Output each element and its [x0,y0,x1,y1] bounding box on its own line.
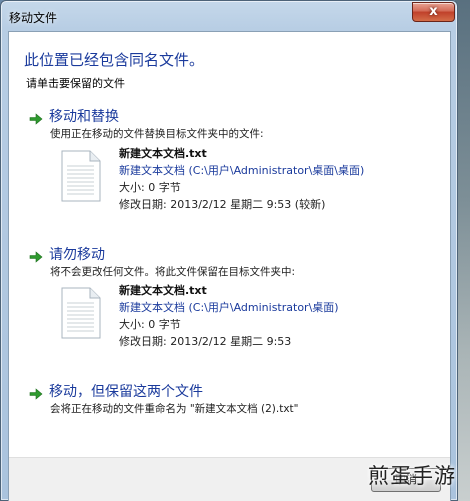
option-move-and-replace[interactable]: 移动和替换 使用正在移动的文件替换目标文件夹中的文件: 新建文本文档.txt 新… [9,104,449,229]
title-bar[interactable]: 移动文件 x [1,1,457,31]
green-arrow-icon [29,251,43,263]
dialog-instruction: 请单击要保留的文件 [26,77,125,90]
dialog-heading: 此位置已经包含同名文件。 [24,51,205,69]
close-button[interactable]: x [412,2,455,22]
option-do-not-move[interactable]: 请勿移动 将不会更改任何文件。将此文件保留在目标文件夹中: 新建文本文档.txt… [9,242,449,367]
move-file-dialog: 移动文件 x 此位置已经包含同名文件。 请单击要保留的文件 移动和替换 使用正在… [0,0,458,501]
dialog-content: 此位置已经包含同名文件。 请单击要保留的文件 移动和替换 使用正在移动的文件替换… [8,31,451,501]
option-title: 请勿移动 [49,247,105,263]
option-title: 移动和替换 [49,109,119,125]
file-name: 新建文本文档.txt [119,284,207,297]
file-size: 大小: 0 字节 [119,181,181,194]
green-arrow-icon [29,113,43,125]
file-details: 新建文本文档.txt 新建文本文档 (C:\用户\Administrator\桌… [119,145,364,213]
option-description: 会将正在移动的文件重命名为 "新建文本文档 (2).txt" [50,403,299,415]
close-icon: x [429,4,438,19]
file-modified: 修改日期: 2013/2/12 星期二 9:53 (较新) [119,198,326,211]
text-file-icon [61,150,101,202]
text-file-icon [61,287,101,339]
option-keep-both[interactable]: 移动，但保留这两个文件 会将正在移动的文件重命名为 "新建文本文档 (2).tx… [9,379,449,424]
option-description: 将不会更改任何文件。将此文件保留在目标文件夹中: [50,266,296,278]
option-title: 移动，但保留这两个文件 [49,384,203,400]
option-description: 使用正在移动的文件替换目标文件夹中的文件: [50,128,264,140]
file-name: 新建文本文档.txt [119,147,207,160]
file-path: 新建文本文档 (C:\用户\Administrator\桌面) [119,301,339,314]
file-path: 新建文本文档 (C:\用户\Administrator\桌面\桌面) [119,164,365,177]
green-arrow-icon [29,388,43,400]
window-title: 移动文件 [9,11,58,25]
file-size: 大小: 0 字节 [119,318,181,331]
file-details: 新建文本文档.txt 新建文本文档 (C:\用户\Administrator\桌… [119,282,339,350]
watermark-text: 煎蛋手游 [368,464,456,488]
file-modified: 修改日期: 2013/2/12 星期二 9:53 [119,335,292,348]
